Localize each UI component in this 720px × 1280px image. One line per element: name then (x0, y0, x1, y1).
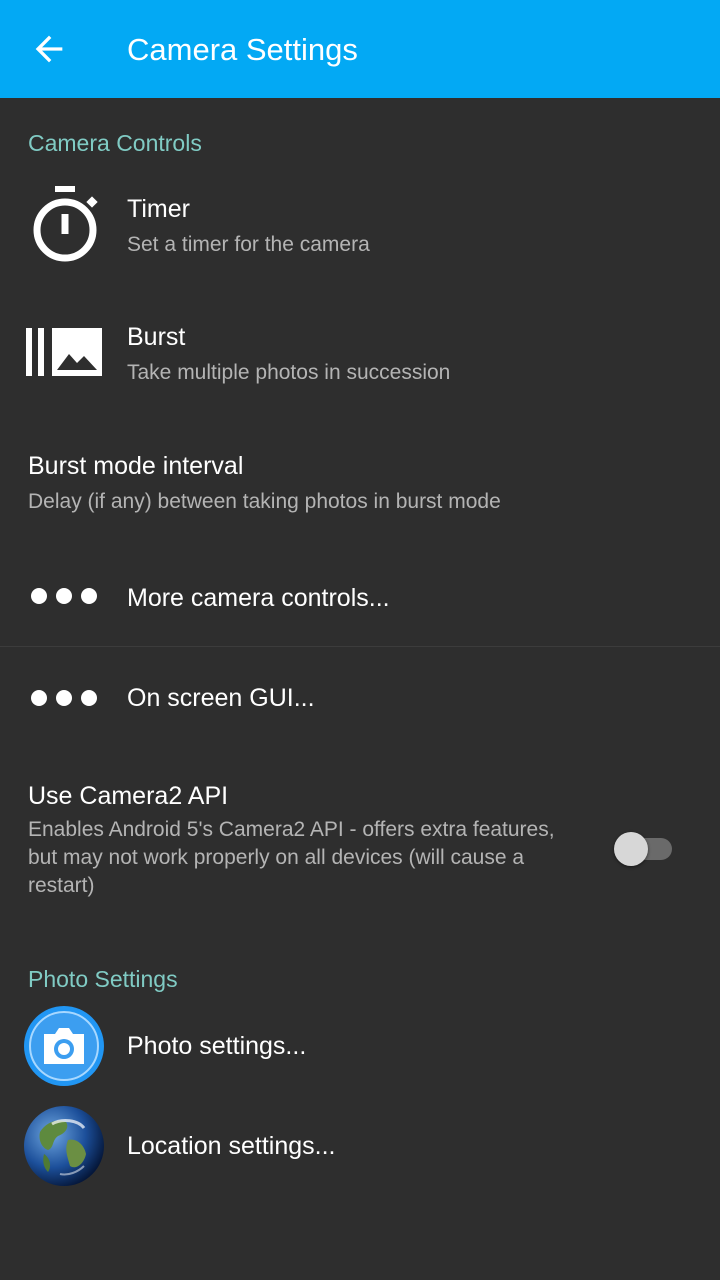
page-title: Camera Settings (127, 32, 358, 67)
more-horizontal-icon (22, 552, 106, 640)
pref-burst-interval-summary: Delay (if any) between taking photos in … (28, 490, 501, 513)
pref-timer-summary: Set a timer for the camera (127, 233, 370, 256)
pref-photo-settings-title: Photo settings... (127, 1032, 307, 1060)
pref-burst-title: Burst (127, 323, 186, 351)
pref-burst-interval-title: Burst mode interval (28, 452, 244, 480)
app-bar: Camera Settings (0, 0, 720, 98)
globe-icon (22, 1104, 106, 1188)
section-header-photo-settings: Photo Settings (28, 966, 178, 992)
settings-list[interactable]: Camera Controls Timer Set a timer for th… (0, 98, 720, 1280)
divider (0, 646, 720, 647)
camera-icon (22, 1004, 106, 1088)
back-button[interactable] (4, 4, 94, 94)
pref-timer[interactable]: Timer Set a timer for the camera (4, 166, 716, 284)
pref-photo-settings[interactable]: Photo settings... (4, 1002, 716, 1090)
pref-location-settings[interactable]: Location settings... (4, 1102, 716, 1190)
switch-thumb (614, 832, 648, 866)
pref-on-screen-gui-title: On screen GUI... (127, 684, 315, 712)
burst-mode-icon (22, 314, 106, 390)
section-header-camera-controls: Camera Controls (28, 130, 202, 156)
pref-more-camera-controls-title: More camera controls... (127, 584, 390, 612)
pref-location-settings-title: Location settings... (127, 1132, 336, 1160)
pref-camera2-summary: Enables Android 5's Camera2 API - offers… (28, 818, 555, 897)
arrow-back-icon (35, 35, 63, 63)
pref-more-camera-controls[interactable]: More camera controls... (4, 552, 716, 640)
pref-camera2-title: Use Camera2 API (28, 782, 229, 810)
pref-burst-summary: Take multiple photos in succession (127, 361, 451, 384)
pref-burst[interactable]: Burst Take multiple photos in succession (4, 294, 716, 412)
pref-on-screen-gui[interactable]: On screen GUI... (4, 652, 716, 744)
camera2-api-switch[interactable] (614, 828, 672, 866)
pref-use-camera2-api[interactable]: Use Camera2 API Enables Android 5's Came… (4, 750, 716, 926)
pref-burst-mode-interval[interactable]: Burst mode interval Delay (if any) betwe… (4, 422, 716, 540)
more-horizontal-icon (22, 652, 106, 744)
pref-timer-title: Timer (127, 195, 190, 223)
timer-icon (22, 182, 106, 266)
